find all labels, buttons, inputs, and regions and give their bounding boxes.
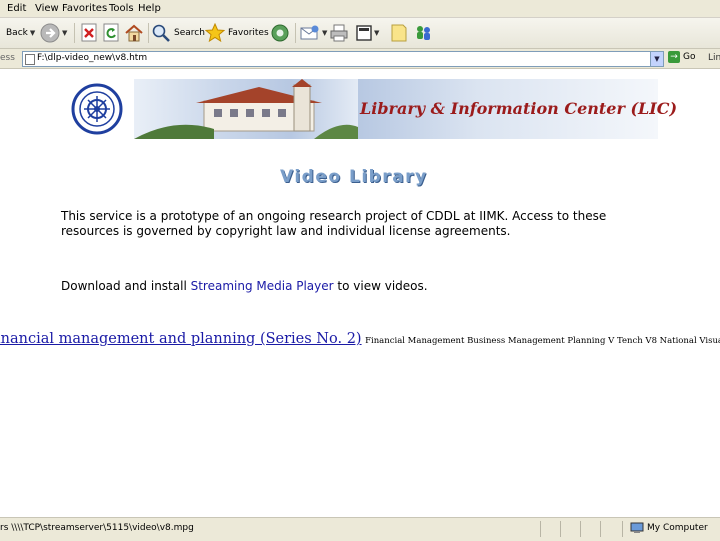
refresh-button[interactable] — [102, 22, 120, 44]
search-button[interactable]: Search — [151, 22, 205, 44]
menu-favorites[interactable]: Favorites — [62, 3, 107, 14]
edit-button[interactable]: ▼ — [356, 22, 379, 44]
forward-button[interactable]: ▼ — [40, 22, 67, 44]
mail-button[interactable]: ▼ — [300, 22, 327, 44]
discuss-button[interactable] — [390, 22, 408, 44]
service-description: This service is a prototype of an ongoin… — [61, 209, 607, 238]
back-button[interactable]: Back ▼ — [3, 22, 35, 44]
video-title-link[interactable]: inancial management and planning (Series… — [0, 331, 362, 347]
search-label: Search — [174, 28, 205, 38]
status-divider — [622, 521, 623, 537]
favorites-label: Favorites — [228, 28, 269, 38]
streaming-player-link[interactable]: Streaming Media Player — [191, 279, 334, 293]
chevron-down-icon[interactable]: ▼ — [374, 29, 379, 37]
links-label[interactable]: Lin — [708, 53, 720, 63]
chevron-down-icon[interactable]: ▼ — [30, 29, 35, 37]
edit-page-icon — [356, 25, 372, 41]
download-suffix: to view videos. — [333, 279, 428, 293]
chevron-down-icon[interactable]: ▼ — [62, 29, 67, 37]
back-label: Back — [6, 28, 28, 38]
menu-edit[interactable]: Edit — [7, 3, 26, 14]
banner-title: Library & Information Center (LIC) — [360, 99, 678, 118]
video-list-item: inancial management and planning (Series… — [0, 331, 720, 347]
note-icon — [391, 24, 407, 42]
mail-icon — [300, 25, 319, 40]
toolbar-separator — [148, 23, 149, 43]
download-prefix: Download and install — [61, 279, 191, 293]
campus-building-image — [134, 79, 358, 139]
stop-button[interactable] — [80, 22, 98, 44]
address-input[interactable]: F:\dlp-video_new\v8.htm — [22, 51, 654, 67]
search-icon — [152, 24, 170, 42]
iimk-emblem-icon — [71, 83, 123, 135]
status-divider — [560, 521, 561, 537]
address-bar: ess F:\dlp-video_new\v8.htm ▼ → Go Lin — [0, 49, 720, 69]
status-text: rs \\\\TCP\streamserver\5115\video\v8.mp… — [0, 523, 194, 533]
page-title: Video Library — [280, 167, 428, 187]
menu-view[interactable]: View — [35, 3, 59, 14]
media-button[interactable] — [270, 22, 290, 44]
menu-help[interactable]: Help — [138, 3, 161, 14]
address-dropdown-button[interactable]: ▼ — [650, 51, 664, 67]
menu-tools[interactable]: Tools — [109, 3, 134, 14]
video-description: Financial Management Business Management… — [365, 336, 720, 346]
messenger-icon — [417, 26, 430, 40]
messenger-button[interactable] — [413, 22, 433, 44]
go-button[interactable]: → Go — [668, 51, 695, 63]
forward-arrow-icon — [40, 23, 60, 43]
zone-label: My Computer — [647, 523, 708, 533]
page-content: Library & Information Center (LIC) Video… — [0, 69, 720, 517]
lic-banner: Library & Information Center (LIC) — [58, 79, 677, 139]
stop-icon — [81, 23, 97, 42]
toolbar-separator — [295, 23, 296, 43]
download-instructions: Download and install Streaming Media Pla… — [61, 279, 428, 293]
printer-icon — [330, 24, 348, 42]
status-divider — [600, 521, 601, 537]
home-icon — [125, 24, 143, 42]
home-button[interactable] — [124, 22, 144, 44]
go-label: Go — [683, 52, 696, 62]
print-button[interactable] — [330, 22, 348, 44]
toolbar-separator — [74, 23, 75, 43]
toolbar: Back ▼ ▼ Search Favorites ▼ ▼ — [0, 18, 720, 49]
status-bar: rs \\\\TCP\streamserver\5115\video\v8.mp… — [0, 517, 720, 541]
address-url[interactable]: F:\dlp-video_new\v8.htm — [37, 53, 147, 63]
star-icon — [205, 23, 225, 43]
media-icon — [271, 24, 289, 42]
favorites-button[interactable]: Favorites — [205, 22, 269, 44]
page-icon — [25, 54, 35, 65]
status-divider — [540, 521, 541, 537]
chevron-down-icon[interactable]: ▼ — [322, 29, 327, 37]
go-arrow-icon: → — [668, 51, 680, 63]
address-label: ess — [0, 53, 15, 63]
computer-icon — [630, 522, 644, 533]
campus-photo — [134, 79, 358, 139]
status-divider — [580, 521, 581, 537]
menu-bar: Edit View Favorites Tools Help — [0, 0, 720, 18]
refresh-icon — [103, 23, 119, 42]
security-zone: My Computer — [630, 522, 708, 534]
